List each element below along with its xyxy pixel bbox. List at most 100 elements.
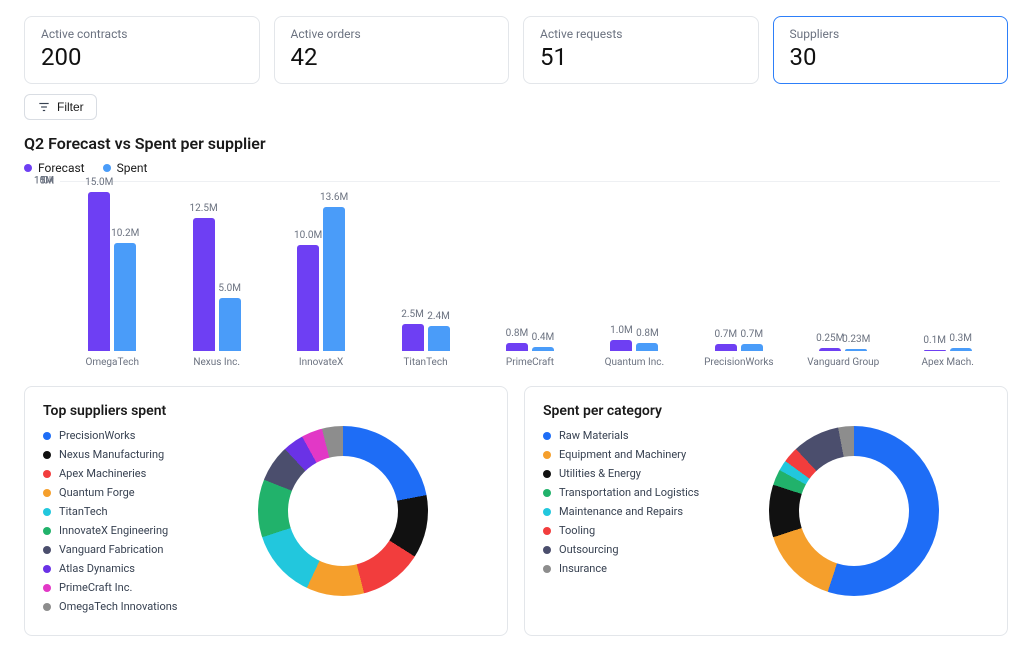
bar-group: 10.0M 13.6M — [269, 181, 373, 351]
x-axis-labels: OmegaTechNexus Inc.InnovateXTitanTechPri… — [60, 351, 1000, 368]
x-axis-label: Vanguard Group — [791, 351, 895, 368]
legend-dot — [24, 164, 32, 172]
legend-dot — [543, 508, 551, 516]
bar-value-label: 0.1M — [923, 335, 946, 346]
kpi-value: 200 — [41, 43, 243, 71]
kpi-card-orders[interactable]: Active orders 42 — [274, 16, 510, 84]
legend-item: InnovateX Engineering — [43, 524, 177, 537]
bar-value-label: 10.0M — [294, 230, 322, 241]
legend-item: PrecisionWorks — [43, 429, 177, 442]
bar-value-label: 5.0M — [218, 283, 241, 294]
x-axis-label: Nexus Inc. — [164, 351, 268, 368]
kpi-card-requests[interactable]: Active requests 51 — [523, 16, 759, 84]
legend-label: Spent — [117, 161, 148, 175]
legend-label: PrecisionWorks — [59, 429, 135, 442]
bar-forecast: 10.0M — [297, 245, 319, 351]
legend-dot — [103, 164, 111, 172]
bar-group: 0.25M0.23M — [791, 181, 895, 351]
legend-label: PrimeCraft Inc. — [59, 581, 132, 594]
x-axis-label: PrimeCraft — [478, 351, 582, 368]
legend-label: Transportation and Logistics — [559, 486, 699, 499]
kpi-value: 42 — [291, 43, 493, 71]
legend-dot — [43, 584, 51, 592]
legend-item: Utilities & Energy — [543, 467, 699, 480]
legend-item: Raw Materials — [543, 429, 699, 442]
legend-item: TitanTech — [43, 505, 177, 518]
legend-label: Outsourcing — [559, 543, 619, 556]
legend-item-spent: Spent — [103, 161, 148, 175]
filter-label: Filter — [57, 100, 84, 114]
donut-chart-category — [769, 426, 939, 596]
bar-forecast: 15.0M — [88, 192, 110, 351]
bar-group: 0.1M0.3M — [896, 181, 1000, 351]
bar-forecast: 1.0M — [610, 340, 632, 351]
legend-dot — [543, 470, 551, 478]
bar-value-label: 0.8M — [506, 328, 529, 339]
kpi-label: Active contracts — [41, 27, 243, 41]
kpi-value: 51 — [540, 43, 742, 71]
bar-value-label: 0.7M — [715, 329, 738, 340]
legend-item: Tooling — [543, 524, 699, 537]
legend-item: OmegaTech Innovations — [43, 600, 177, 613]
legend-list: PrecisionWorks Nexus Manufacturing Apex Ma… — [43, 429, 177, 619]
bar-spent: 0.4M — [532, 347, 554, 351]
bar-forecast: 0.7M — [715, 344, 737, 351]
x-axis-label: PrecisionWorks — [687, 351, 791, 368]
bar-value-label: 0.7M — [741, 329, 764, 340]
kpi-label: Active orders — [291, 27, 493, 41]
legend-item: Nexus Manufacturing — [43, 448, 177, 461]
bar-spent: 0.7M — [741, 344, 763, 351]
legend-label: Atlas Dynamics — [59, 562, 135, 575]
bar-forecast: 0.1M — [924, 350, 946, 351]
legend-label: Quantum Forge — [59, 486, 135, 499]
legend-dot — [43, 603, 51, 611]
legend-label: TitanTech — [59, 505, 108, 518]
filter-icon — [37, 100, 51, 114]
legend-dot — [543, 527, 551, 535]
bar-spent: 10.2M — [114, 243, 136, 351]
legend-label: OmegaTech Innovations — [59, 600, 177, 613]
legend-label: Apex Machineries — [59, 467, 146, 480]
bar-group: 0.8M 0.4M — [478, 181, 582, 351]
legend-label: Forecast — [38, 161, 85, 175]
kpi-row: Active contracts 200 Active orders 42 Ac… — [24, 16, 1008, 84]
bar-value-label: 15.0M — [85, 177, 113, 188]
legend-item: Outsourcing — [543, 543, 699, 556]
bar-forecast: 12.5M — [193, 218, 215, 351]
legend-dot — [43, 565, 51, 573]
legend-dot — [43, 432, 51, 440]
filter-button[interactable]: Filter — [24, 94, 97, 120]
legend-label: Raw Materials — [559, 429, 629, 442]
bar-forecast: 2.5M — [402, 324, 424, 351]
bar-spent: 0.8M — [636, 343, 658, 352]
bar-chart-title: Q2 Forecast vs Spent per supplier — [24, 134, 1008, 153]
x-axis-label: Quantum Inc. — [582, 351, 686, 368]
bar-group: 2.5M2.4M — [373, 181, 477, 351]
legend-item: Transportation and Logistics — [543, 486, 699, 499]
legend-item: PrimeCraft Inc. — [43, 581, 177, 594]
legend-dot — [543, 489, 551, 497]
legend-list: Raw Materials Equipment and Machinery Util… — [543, 429, 699, 581]
legend-label: Vanguard Fabrication — [59, 543, 163, 556]
bar-value-label: 10.2M — [111, 228, 139, 239]
donut-chart-suppliers — [258, 426, 428, 596]
kpi-card-contracts[interactable]: Active contracts 200 — [24, 16, 260, 84]
kpi-label: Active requests — [540, 27, 742, 41]
legend-item: Apex Machineries — [43, 467, 177, 480]
x-axis-label: TitanTech — [373, 351, 477, 368]
legend-label: InnovateX Engineering — [59, 524, 168, 537]
bar-value-label: 0.3M — [949, 333, 972, 344]
legend-item: Equipment and Machinery — [543, 448, 699, 461]
bar-forecast: 0.8M — [506, 343, 528, 352]
legend-dot — [543, 546, 551, 554]
bar-chart-legend: Forecast Spent — [24, 161, 1008, 175]
kpi-label: Suppliers — [790, 27, 992, 41]
bar-spent: 0.23M — [845, 349, 867, 351]
legend-dot — [43, 489, 51, 497]
bar-group: 0.7M0.7M — [687, 181, 791, 351]
kpi-card-suppliers[interactable]: Suppliers 30 — [773, 16, 1009, 84]
legend-label: Tooling — [559, 524, 595, 537]
bar-value-label: 2.5M — [401, 309, 424, 320]
legend-dot — [43, 470, 51, 478]
bar-value-label: 13.6M — [320, 192, 348, 203]
